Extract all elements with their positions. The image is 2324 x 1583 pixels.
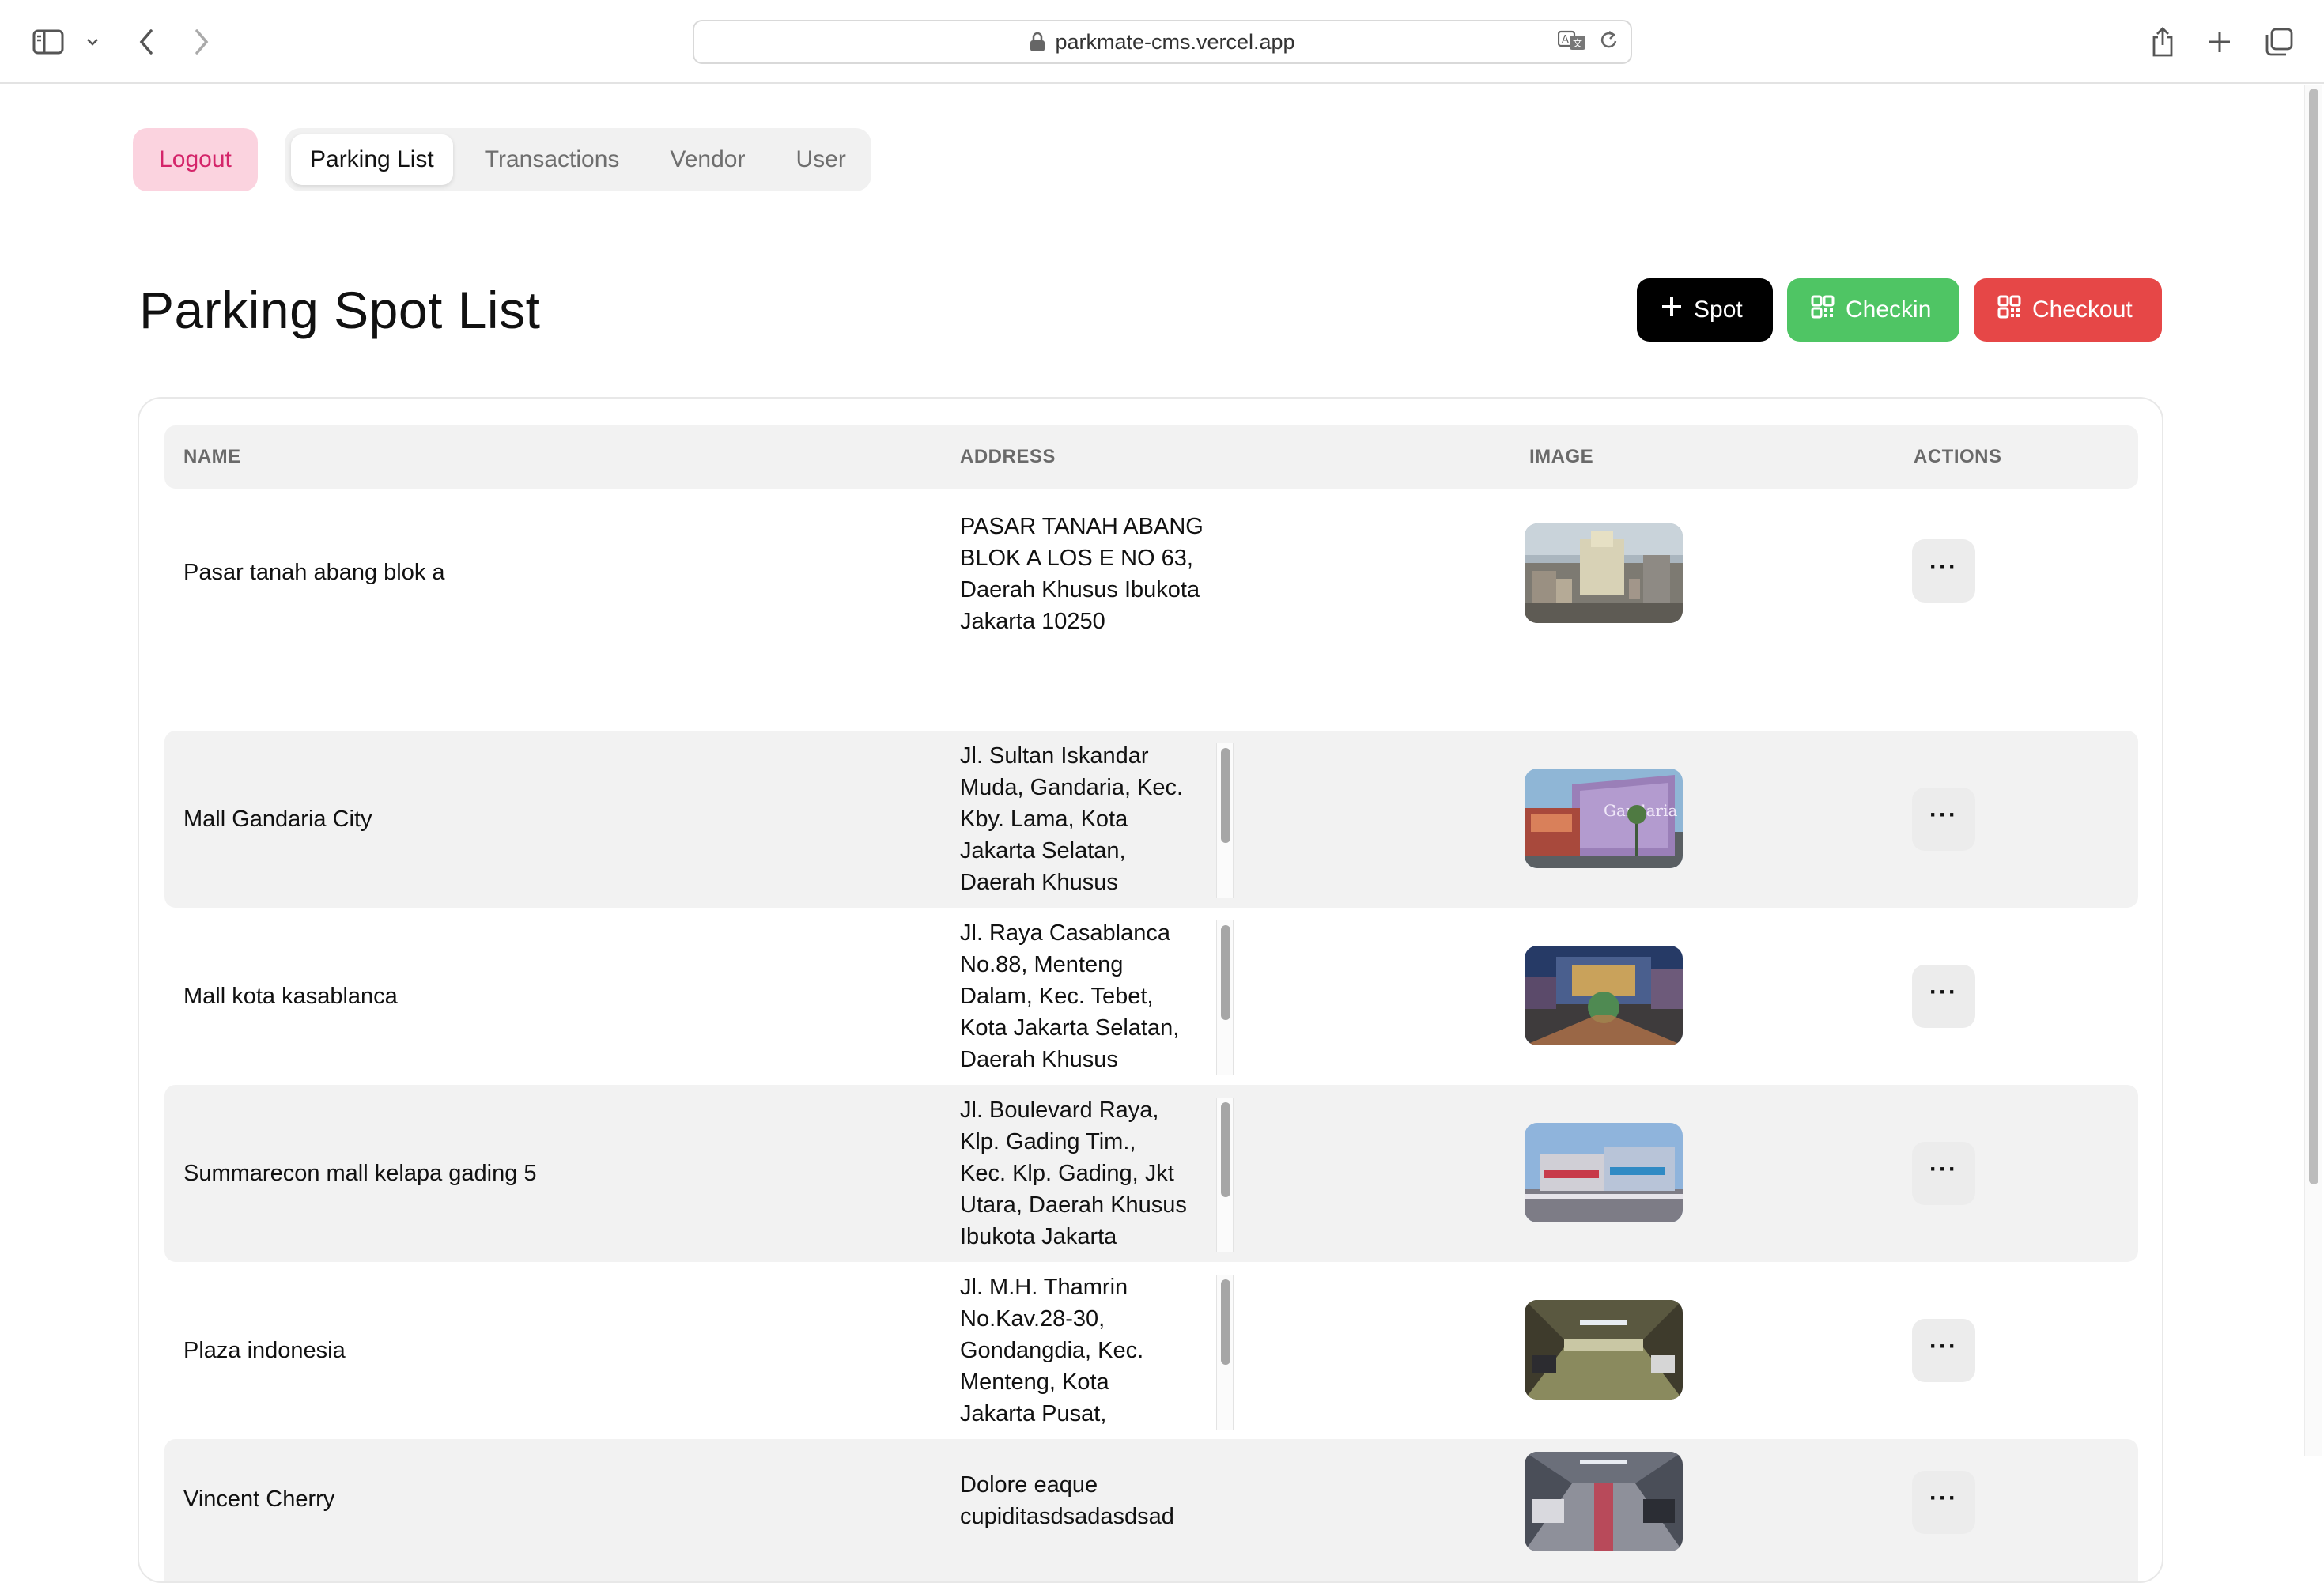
- more-icon: ···: [1929, 1156, 1958, 1182]
- translate-icon[interactable]: A文: [1558, 29, 1588, 51]
- spot-address: PASAR TANAH ABANG BLOK A LOS E NO 63, Da…: [960, 514, 1204, 634]
- svg-text:A: A: [1562, 34, 1569, 46]
- column-header-name[interactable]: NAME: [183, 425, 241, 489]
- back-icon[interactable]: [133, 21, 160, 63]
- reload-icon[interactable]: [1599, 29, 1619, 51]
- table-row[interactable]: Mall kota kasablanca Jl. Raya Casablanca…: [164, 908, 2138, 1085]
- table-row[interactable]: Mall Gandaria City Jl. Sultan Iskandar M…: [164, 731, 2138, 908]
- more-icon: ···: [1929, 802, 1958, 828]
- table-row[interactable]: Summarecon mall kelapa gading 5 Jl. Boul…: [164, 1085, 2138, 1262]
- spot-address: Jl. Raya Casablanca No.88, Menteng Dalam…: [960, 920, 1180, 1072]
- address-bar[interactable]: parkmate-cms.vercel.app A文: [693, 20, 1632, 64]
- forward-icon[interactable]: [188, 21, 215, 63]
- lock-icon: [1030, 32, 1045, 52]
- row-actions-button[interactable]: ···: [1912, 965, 1975, 1028]
- add-spot-button[interactable]: Spot: [1637, 278, 1773, 342]
- page-title: Parking Spot List: [139, 281, 541, 339]
- row-actions-button[interactable]: ···: [1912, 539, 1975, 603]
- qr-code-icon: [1997, 295, 2021, 325]
- checkin-button[interactable]: Checkin: [1787, 278, 1959, 342]
- spot-name: Pasar tanah abang blok a: [183, 560, 445, 585]
- tab-parking-list[interactable]: Parking List: [291, 134, 453, 185]
- address-scrollbar[interactable]: [1216, 920, 1234, 1075]
- spot-address: Jl. Sultan Iskandar Muda, Gandaria, Kec.…: [960, 743, 1184, 895]
- table-row[interactable]: Vincent Cherry Dolore eaque cupiditasdsa…: [164, 1439, 2138, 1581]
- checkout-button[interactable]: Checkout: [1974, 278, 2162, 342]
- add-spot-label: Spot: [1694, 297, 1743, 323]
- row-actions-button[interactable]: ···: [1912, 1142, 1975, 1205]
- svg-text:文: 文: [1573, 37, 1582, 49]
- column-header-address[interactable]: ADDRESS: [960, 425, 1056, 489]
- column-header-image[interactable]: IMAGE: [1529, 425, 1593, 489]
- spot-address: Jl. Boulevard Raya, Klp. Gading Tim., Ke…: [960, 1098, 1187, 1249]
- spot-name: Plaza indonesia: [183, 1338, 346, 1363]
- checkin-label: Checkin: [1846, 297, 1932, 323]
- url-text: parkmate-cms.vercel.app: [1055, 29, 1295, 54]
- table-header: NAME ADDRESS IMAGE ACTIONS: [164, 425, 2138, 489]
- checkout-label: Checkout: [2032, 297, 2133, 323]
- parking-garage-image: [1525, 1300, 1683, 1400]
- table-row[interactable]: Pasar tanah abang blok a PASAR TANAH ABA…: [164, 497, 2138, 647]
- row-actions-button[interactable]: ···: [1912, 1319, 1975, 1382]
- spot-name: Mall kota kasablanca: [183, 984, 398, 1009]
- page-scrollbar[interactable]: [2304, 85, 2322, 1456]
- mall-street-image: [1525, 1123, 1683, 1222]
- city-aerial-image: [1525, 523, 1683, 623]
- address-scrollbar[interactable]: [1216, 1098, 1234, 1252]
- spot-name: Mall Gandaria City: [183, 807, 372, 832]
- qr-code-icon: [1811, 295, 1835, 325]
- column-header-actions[interactable]: ACTIONS: [1914, 425, 2002, 489]
- new-tab-icon[interactable]: [2205, 21, 2235, 63]
- tab-user[interactable]: User: [777, 134, 864, 185]
- spot-address: Dolore eaque cupiditasdsadasdsad: [960, 1472, 1174, 1529]
- tab-vendor[interactable]: Vendor: [651, 134, 764, 185]
- scroll-thumb[interactable]: [1221, 748, 1230, 843]
- scroll-thumb[interactable]: [1221, 1279, 1230, 1365]
- share-icon[interactable]: [2148, 21, 2178, 63]
- page-actions: Spot Checkin Checkout: [1637, 278, 2162, 342]
- address-scrollbar[interactable]: [1216, 1275, 1234, 1430]
- sidebar-toggle-icon[interactable]: [30, 21, 66, 63]
- nav-tabs: Parking List Transactions Vendor User: [285, 128, 871, 191]
- row-actions-button[interactable]: ···: [1912, 788, 1975, 851]
- more-icon: ···: [1929, 1485, 1958, 1511]
- top-nav: Logout Parking List Transactions Vendor …: [133, 128, 871, 191]
- browser-toolbar: parkmate-cms.vercel.app A文: [0, 0, 2324, 84]
- more-icon: ···: [1929, 1333, 1958, 1359]
- mall-facade-image: Gandaria: [1525, 769, 1683, 868]
- address-scrollbar[interactable]: [1216, 743, 1234, 898]
- chevron-down-icon[interactable]: [82, 21, 103, 63]
- spot-name: Summarecon mall kelapa gading 5: [183, 1161, 537, 1186]
- page-scroll-thumb[interactable]: [2309, 89, 2318, 1184]
- spot-address: Jl. M.H. Thamrin No.Kav.28-30, Gondangdi…: [960, 1275, 1144, 1426]
- row-actions-button[interactable]: ···: [1912, 1471, 1975, 1534]
- scroll-thumb[interactable]: [1221, 1102, 1230, 1197]
- more-icon: ···: [1929, 979, 1958, 1005]
- table-row[interactable]: Plaza indonesia Jl. M.H. Thamrin No.Kav.…: [164, 1262, 2138, 1439]
- plus-icon: [1661, 296, 1683, 324]
- tab-overview-icon[interactable]: [2263, 21, 2295, 63]
- page-content: Logout Parking List Transactions Vendor …: [0, 84, 2301, 1583]
- tab-transactions[interactable]: Transactions: [466, 134, 639, 185]
- parking-table-card: NAME ADDRESS IMAGE ACTIONS Pasar tanah a…: [138, 397, 2163, 1583]
- logout-button[interactable]: Logout: [133, 128, 258, 191]
- scroll-thumb[interactable]: [1221, 925, 1230, 1020]
- more-icon: ···: [1929, 553, 1958, 580]
- spot-name: Vincent Cherry: [183, 1487, 335, 1512]
- parking-lot-image: [1525, 1452, 1683, 1551]
- mall-night-image: [1525, 946, 1683, 1045]
